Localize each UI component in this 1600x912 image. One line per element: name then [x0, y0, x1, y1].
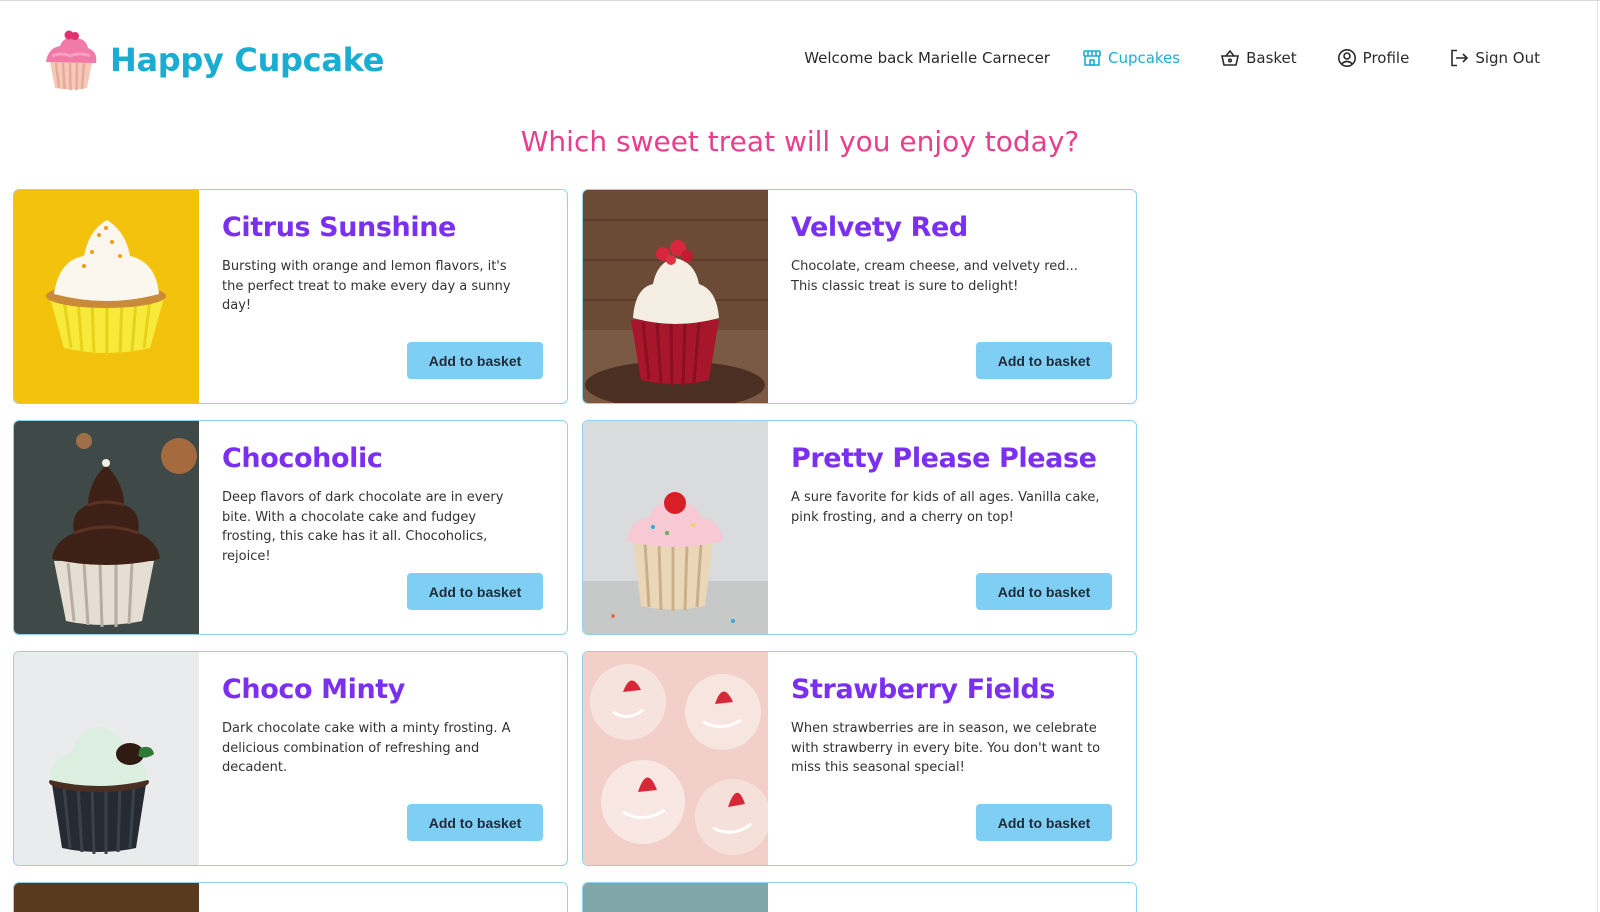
cupcake-description: Chocolate, cream cheese, and velvety red…	[791, 259, 1078, 294]
cupcake-card: Strawberry Fields When strawberries are …	[582, 651, 1137, 866]
nav-basket-label: Basket	[1246, 49, 1297, 67]
user-circle-icon	[1337, 49, 1356, 67]
welcome-message: Welcome back Marielle Carnecer	[804, 49, 1050, 67]
cupcake-description: When strawberries are in season, we cele…	[791, 721, 1101, 775]
cupcake-card-body: Chocoholic Deep flavors of dark chocolat…	[199, 421, 567, 634]
nav-profile[interactable]: Profile	[1337, 48, 1410, 68]
cupcake-name: Pretty Please Please	[791, 443, 1097, 474]
brand-name: Happy Cupcake	[110, 41, 385, 79]
nav-cupcakes-label: Cupcakes	[1107, 49, 1181, 67]
top-navigation: Welcome back Marielle Carnecer Cupcakes …	[804, 48, 1540, 68]
cupcake-image	[583, 883, 768, 912]
cupcake-card: Pretty Please Please A sure favorite for…	[582, 420, 1137, 635]
add-to-basket-button[interactable]: Add to basket	[976, 804, 1112, 841]
cupcake-card-body: Velvety Red Chocolate, cream cheese, and…	[768, 190, 1136, 403]
brand-logo[interactable]: Happy Cupcake	[42, 28, 384, 92]
cupcake-card-body	[768, 883, 1136, 912]
cupcake-card-partial	[13, 882, 568, 912]
cupcake-name: Velvety Red	[791, 212, 968, 243]
nav-sign-out-label: Sign Out	[1475, 49, 1540, 67]
cupcake-image	[583, 421, 768, 634]
top-border	[0, 0, 1600, 1]
cupcake-name: Choco Minty	[222, 674, 405, 705]
cupcake-grid: Citrus Sunshine Bursting with orange and…	[13, 189, 1137, 912]
nav-profile-label: Profile	[1362, 49, 1410, 67]
nav-cupcakes[interactable]: Cupcakes	[1082, 48, 1180, 68]
cupcake-name: Chocoholic	[222, 443, 383, 474]
cupcake-image	[14, 421, 199, 634]
cupcake-image	[14, 652, 199, 865]
cupcake-image	[14, 883, 199, 912]
cupcake-image	[14, 190, 199, 403]
cupcake-card: Citrus Sunshine Bursting with orange and…	[13, 189, 568, 404]
add-to-basket-button[interactable]: Add to basket	[976, 342, 1112, 379]
cupcake-card-partial	[582, 882, 1137, 912]
cupcake-name: Citrus Sunshine	[222, 212, 456, 243]
add-to-basket-button[interactable]: Add to basket	[407, 573, 543, 610]
cupcake-name: Strawberry Fields	[791, 674, 1055, 705]
basket-icon	[1221, 49, 1240, 66]
nav-sign-out[interactable]: Sign Out	[1449, 48, 1540, 68]
cupcake-logo-icon	[46, 30, 97, 91]
nav-basket[interactable]: Basket	[1220, 48, 1297, 68]
cupcake-description: Bursting with orange and lemon flavors, …	[222, 259, 511, 313]
add-to-basket-button[interactable]: Add to basket	[407, 342, 543, 379]
cupcake-card-body	[199, 883, 567, 912]
add-to-basket-button[interactable]: Add to basket	[407, 804, 543, 841]
cupcake-image	[583, 190, 768, 403]
cupcake-card-body: Strawberry Fields When strawberries are …	[768, 652, 1136, 865]
cupcake-card-body: Choco Minty Dark chocolate cake with a m…	[199, 652, 567, 865]
cupcake-card-body: Pretty Please Please A sure favorite for…	[768, 421, 1136, 634]
cupcake-card-body: Citrus Sunshine Bursting with orange and…	[199, 190, 567, 403]
cupcake-card: Choco Minty Dark chocolate cake with a m…	[13, 651, 568, 866]
sign-out-icon	[1451, 49, 1469, 67]
cupcake-description: Dark chocolate cake with a minty frostin…	[222, 721, 511, 775]
cupcake-card: Velvety Red Chocolate, cream cheese, and…	[582, 189, 1137, 404]
cupcake-description: Deep flavors of dark chocolate are in ev…	[222, 490, 504, 564]
cupcake-card: Chocoholic Deep flavors of dark chocolat…	[13, 420, 568, 635]
cupcake-description: A sure favorite for kids of all ages. Va…	[791, 490, 1100, 525]
page-headline: Which sweet treat will you enjoy today?	[520, 125, 1080, 158]
store-icon	[1083, 50, 1101, 66]
cupcake-image	[583, 652, 768, 865]
add-to-basket-button[interactable]: Add to basket	[976, 573, 1112, 610]
